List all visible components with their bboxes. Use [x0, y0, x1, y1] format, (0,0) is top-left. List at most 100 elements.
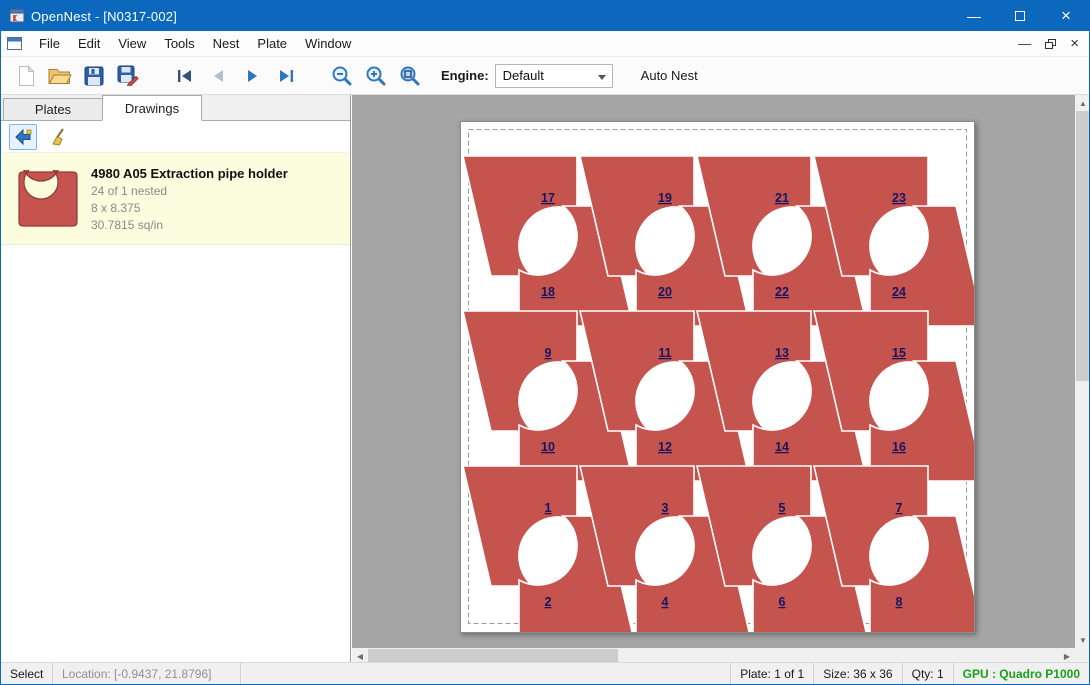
nest-viewport[interactable]: 171819202122232491011121314151612345678	[352, 95, 1075, 648]
part-number-8: 8	[896, 595, 903, 609]
tab-drawings[interactable]: Drawings	[102, 95, 202, 121]
menu-view[interactable]: View	[109, 32, 155, 55]
title-bar: OpenNest - [N0317-002] — ×	[1, 1, 1089, 31]
first-arrow-icon	[175, 68, 194, 84]
save-icon	[84, 66, 104, 86]
new-file-icon	[17, 65, 36, 87]
part-number-10: 10	[541, 440, 555, 454]
zoom-out-icon	[331, 65, 353, 87]
part-number-19: 19	[658, 191, 672, 205]
restore-icon	[1045, 39, 1056, 49]
drawing-area: 30.7815 sq/in	[91, 218, 288, 232]
part-number-3: 3	[662, 501, 669, 515]
menu-bar: File Edit View Tools Nest Plate Window —…	[1, 31, 1089, 57]
part-number-24: 24	[892, 285, 906, 299]
mdi-close-button[interactable]: ×	[1070, 36, 1079, 51]
zoom-fit-button[interactable]	[393, 61, 427, 91]
save-as-button[interactable]	[111, 61, 145, 91]
scroll-down-icon[interactable]: ▼	[1075, 632, 1090, 648]
save-button[interactable]	[77, 61, 111, 91]
first-plate-button[interactable]	[167, 61, 201, 91]
app-icon	[9, 8, 25, 24]
import-drawing-button[interactable]	[9, 124, 37, 150]
document-window-icon	[7, 37, 22, 50]
part-number-21: 21	[775, 191, 789, 205]
scroll-up-icon[interactable]: ▲	[1075, 95, 1090, 111]
tab-plates[interactable]: Plates	[3, 98, 103, 120]
previous-plate-button[interactable]	[201, 61, 235, 91]
part-number-16: 16	[892, 440, 906, 454]
mdi-minimize-button[interactable]: —	[1018, 37, 1031, 50]
window-maximize-button[interactable]	[997, 1, 1043, 31]
zoom-out-button[interactable]	[325, 61, 359, 91]
sidebar: Plates Drawings	[1, 95, 351, 664]
part-number-4: 4	[662, 595, 669, 609]
save-as-icon	[117, 65, 139, 86]
status-location: Location: [-0.9437, 21.8796]	[53, 663, 241, 684]
blue-arrow-left-icon	[14, 129, 32, 145]
new-file-button[interactable]	[9, 61, 43, 91]
menu-window[interactable]: Window	[296, 32, 360, 55]
part-number-1: 1	[545, 501, 552, 515]
part-number-11: 11	[658, 346, 671, 360]
window-title: OpenNest - [N0317-002]	[31, 9, 177, 24]
auto-nest-button[interactable]: Auto Nest	[635, 64, 704, 87]
last-arrow-icon	[277, 68, 296, 84]
drawing-nested-count: 24 of 1 nested	[91, 184, 288, 198]
engine-dropdown[interactable]: Default	[495, 64, 613, 88]
part-number-7: 7	[896, 501, 903, 515]
status-qty: Qty: 1	[902, 663, 953, 684]
status-mode: Select	[1, 663, 53, 684]
menu-plate[interactable]: Plate	[248, 32, 296, 55]
menu-file[interactable]: File	[30, 32, 69, 55]
status-bar: Select Location: [-0.9437, 21.8796] Plat…	[1, 662, 1089, 684]
zoom-in-button[interactable]	[359, 61, 393, 91]
part-number-5: 5	[779, 501, 786, 515]
chevron-down-icon	[598, 75, 606, 80]
mdi-restore-button[interactable]	[1045, 39, 1056, 49]
clear-drawings-button[interactable]	[45, 124, 73, 150]
mdi-window-controls: — ×	[1018, 36, 1089, 51]
part-number-14: 14	[775, 440, 789, 454]
part-number-2: 2	[545, 595, 552, 609]
engine-dropdown-value: Default	[503, 68, 544, 83]
zoom-fit-icon	[399, 65, 421, 87]
app-window: OpenNest - [N0317-002] — × File Edit Vie…	[0, 0, 1090, 685]
open-folder-icon	[48, 66, 72, 85]
drawing-size: 8 x 8.375	[91, 201, 288, 215]
plate[interactable]: 171819202122232491011121314151612345678	[460, 121, 975, 633]
drawing-title: 4980 A05 Extraction pipe holder	[91, 166, 288, 181]
window-minimize-button[interactable]: —	[951, 1, 997, 31]
engine-label: Engine:	[441, 68, 489, 83]
part-number-23: 23	[892, 191, 906, 205]
window-close-button[interactable]: ×	[1043, 1, 1089, 31]
status-plate: Plate: 1 of 1	[730, 663, 813, 684]
part-number-18: 18	[541, 285, 555, 299]
next-plate-button[interactable]	[235, 61, 269, 91]
drawings-toolbar	[1, 121, 350, 153]
previous-arrow-icon	[210, 68, 227, 84]
part-number-13: 13	[775, 346, 789, 360]
part-number-12: 12	[658, 440, 672, 454]
sidebar-tabstrip: Plates Drawings	[1, 95, 350, 121]
part-number-20: 20	[658, 285, 672, 299]
nest-canvas[interactable]: 171819202122232491011121314151612345678 …	[352, 95, 1090, 664]
status-gpu: GPU : Quadro P1000	[953, 663, 1089, 684]
next-arrow-icon	[244, 68, 261, 84]
part-number-9: 9	[545, 346, 552, 360]
part-number-6: 6	[779, 595, 786, 609]
vertical-scroll-thumb[interactable]	[1076, 111, 1090, 381]
vertical-scrollbar[interactable]: ▲ ▼	[1075, 95, 1090, 648]
drawing-list-item[interactable]: 4980 A05 Extraction pipe holder 24 of 1 …	[1, 153, 350, 245]
maximize-icon	[1015, 11, 1025, 21]
menu-nest[interactable]: Nest	[204, 32, 249, 55]
menu-edit[interactable]: Edit	[69, 32, 109, 55]
zoom-in-icon	[365, 65, 387, 87]
menu-tools[interactable]: Tools	[155, 32, 203, 55]
main-toolbar: Engine: Default Auto Nest	[1, 57, 1089, 95]
status-size: Size: 36 x 36	[813, 663, 901, 684]
horizontal-scroll-thumb[interactable]	[368, 649, 618, 663]
part-number-15: 15	[892, 346, 906, 360]
last-plate-button[interactable]	[269, 61, 303, 91]
open-file-button[interactable]	[43, 61, 77, 91]
